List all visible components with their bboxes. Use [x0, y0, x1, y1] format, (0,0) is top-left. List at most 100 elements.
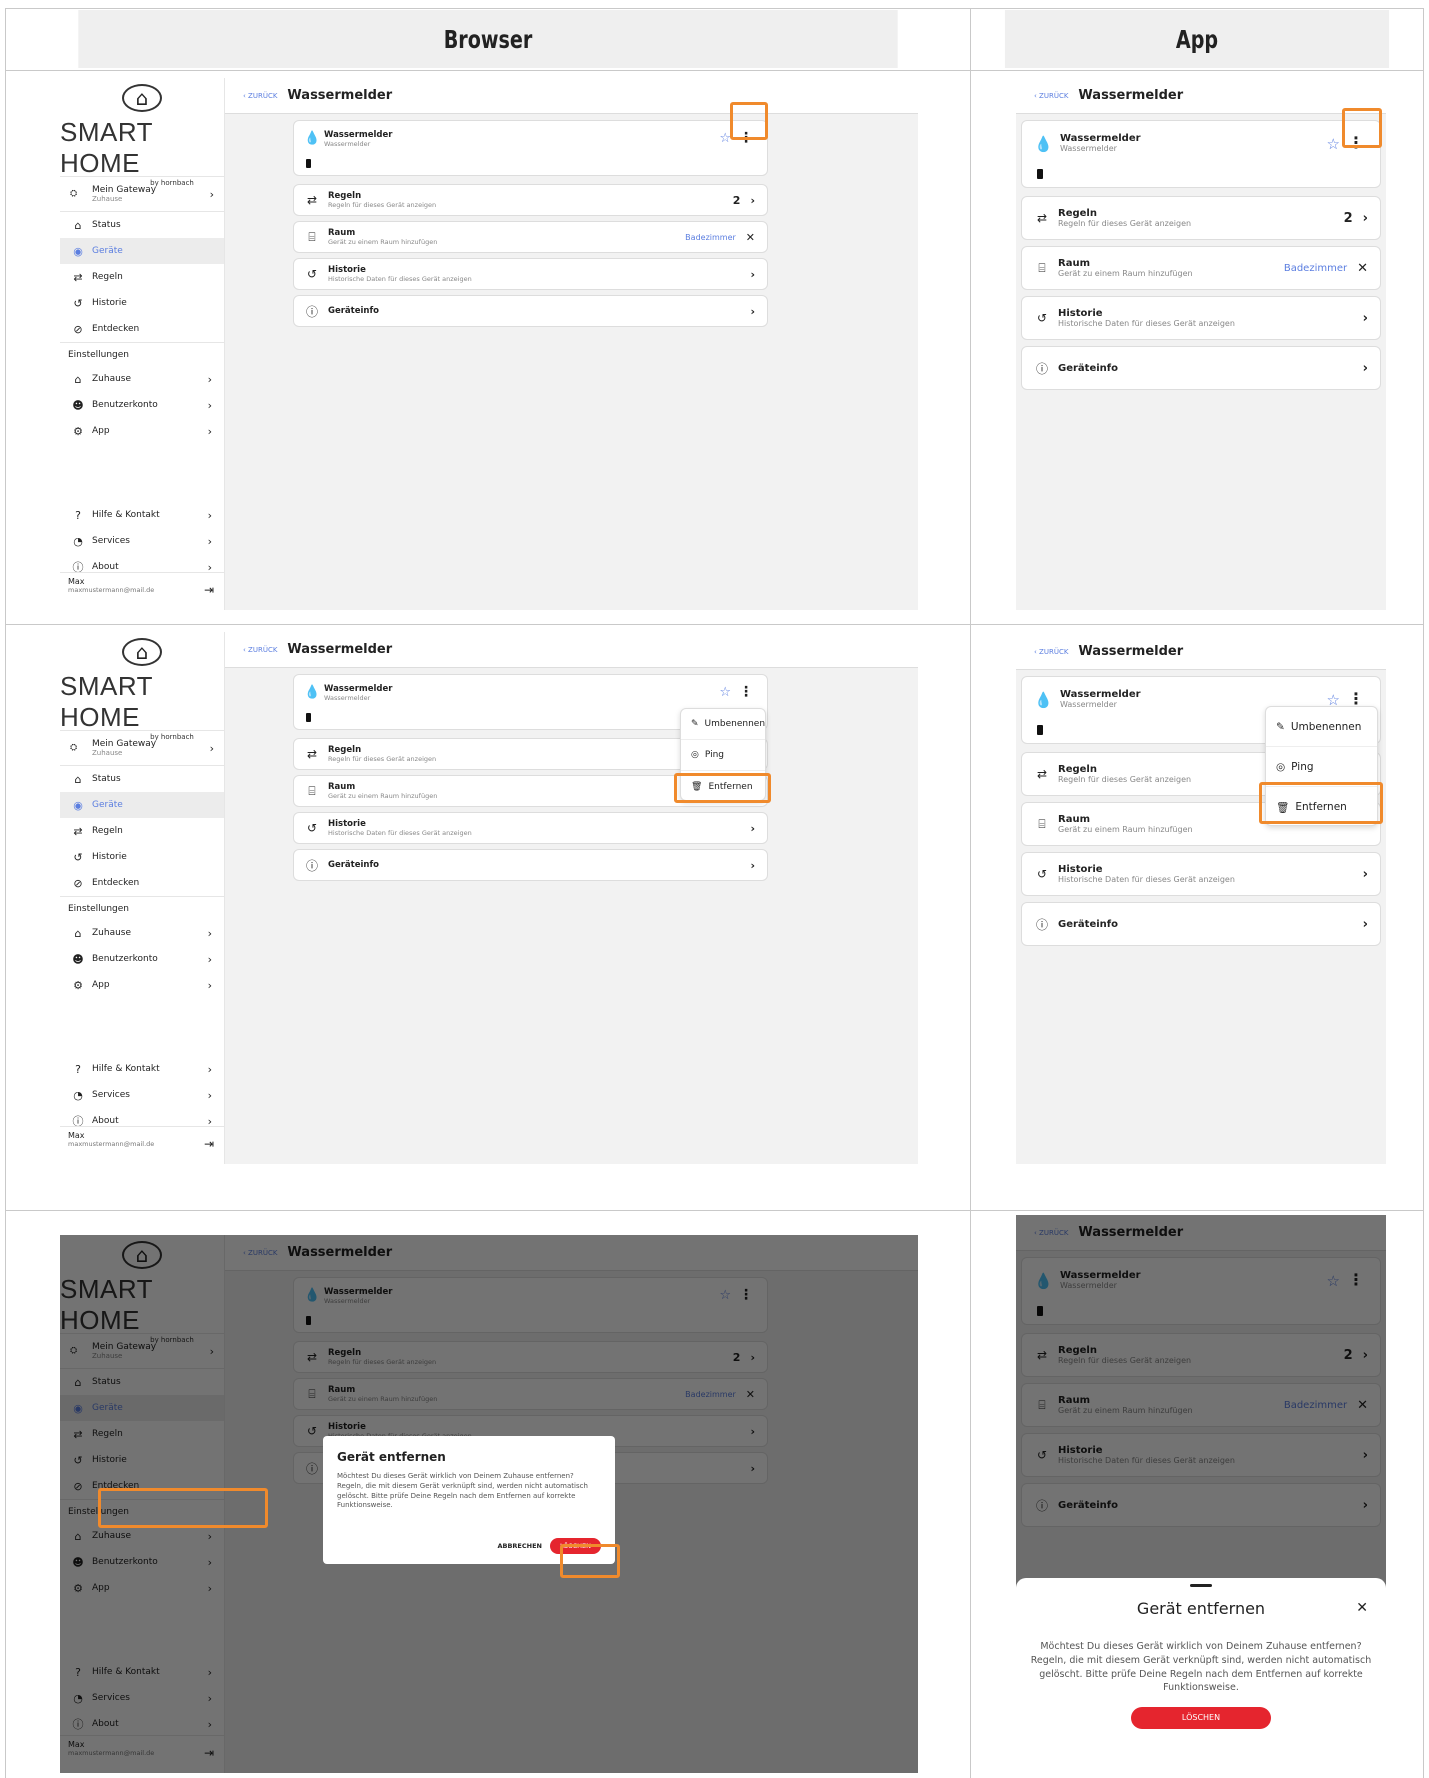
sidebar: ⌂ SMART HOME by hornbach ⛭ Mein GatewayZ…: [60, 78, 225, 610]
sheet-handle[interactable]: [1190, 1584, 1212, 1587]
info-row[interactable]: ⓘ Geräteinfo ›: [293, 295, 768, 327]
back-button[interactable]: ‹ ZURÜCK: [243, 92, 277, 100]
back-button[interactable]: ‹ ZURÜCK: [1034, 648, 1068, 656]
sidebar-item-label: Zuhause: [92, 374, 132, 384]
chevron-right-icon: ›: [750, 858, 755, 872]
room-row[interactable]: ⌸ RaumGerät zu einem Raum hinzufügen Badez…: [293, 221, 768, 253]
rules-sub: Regeln für dieses Gerät anzeigen: [328, 755, 437, 763]
page-title: Wassermelder: [287, 642, 393, 657]
sidebar-item-help[interactable]: ? Hilfe & Kontakt ›: [60, 1056, 224, 1082]
house-icon: ⌂: [74, 218, 82, 232]
grid-line: [5, 624, 1424, 625]
sidebar-item-history[interactable]: ↺ Historie: [60, 844, 224, 870]
sidebar-gateway[interactable]: ⛭ Mein GatewayZuhause ›: [60, 176, 224, 212]
chevron-right-icon: ›: [207, 1062, 212, 1076]
highlight-box: [1342, 108, 1382, 148]
menu-item-ping[interactable]: ◎ Ping: [681, 740, 765, 771]
sidebar-item-app[interactable]: ⚙ App ›: [60, 418, 224, 444]
highlight-box: [674, 773, 771, 803]
history-row[interactable]: ↺ HistorieHistorische Daten für dieses Ge…: [293, 258, 768, 290]
cancel-button[interactable]: ABBRECHEN: [497, 1542, 541, 1550]
room-title: Raum: [1058, 258, 1090, 269]
settings-heading: Einstellungen: [60, 342, 224, 366]
battery-icon: [306, 159, 311, 168]
sidebar-item-home[interactable]: ⌂ Zuhause ›: [60, 366, 224, 392]
history-row[interactable]: ↺ HistorieHistorische Daten für dieses Ge…: [1021, 852, 1381, 896]
rules-icon: ⇄: [306, 747, 318, 761]
chevron-right-icon: ›: [207, 398, 212, 412]
close-icon[interactable]: ✕: [1357, 261, 1368, 276]
chevron-right-icon: ›: [1362, 360, 1368, 376]
rules-icon: ⇄: [73, 270, 83, 284]
rules-title: Regeln: [328, 745, 362, 755]
dialog-text: Möchtest Du dieses Gerät wirklich von De…: [1030, 1641, 1372, 1694]
more-menu-icon[interactable]: ⋮: [739, 684, 753, 700]
chevron-right-icon: ›: [1362, 210, 1368, 226]
sidebar-item-discover[interactable]: ⊘ Entdecken: [60, 870, 224, 896]
info-row[interactable]: ⓘ Geräteinfo ›: [1021, 346, 1381, 390]
back-button[interactable]: ‹ ZURÜCK: [1034, 92, 1068, 100]
sidebar-item-rules[interactable]: ⇄ Regeln: [60, 264, 224, 290]
sidebar-item-label: App: [92, 426, 110, 436]
sidebar-item-history[interactable]: ↺ Historie: [60, 290, 224, 316]
sidebar-item-label: Geräte: [92, 800, 123, 810]
menu-item-rename[interactable]: ✎ Umbenennen: [1266, 707, 1377, 747]
sidebar-item-services[interactable]: ◔ Services ›: [60, 1082, 224, 1108]
menu-item-rename[interactable]: ✎ Umbenennen: [681, 709, 765, 740]
history-row[interactable]: ↺ HistorieHistorische Daten für dieses Ge…: [293, 812, 768, 844]
sidebar-item-services[interactable]: ◔ Services ›: [60, 528, 224, 554]
page-title: Wassermelder: [1078, 644, 1184, 659]
menu-item-label: Umbenennen: [704, 719, 766, 729]
sidebar-item-label: Status: [92, 774, 121, 784]
back-label: ZURÜCK: [1039, 647, 1069, 656]
room-value[interactable]: Badezimmer: [1284, 263, 1347, 274]
sidebar-item-rules[interactable]: ⇄ Regeln: [60, 818, 224, 844]
sidebar-item-home[interactable]: ⌂ Zuhause ›: [60, 920, 224, 946]
delete-button[interactable]: LÖSCHEN: [1131, 1707, 1271, 1730]
info-row[interactable]: ⓘ Geräteinfo ›: [1021, 902, 1381, 946]
device-name: Wassermelder: [1060, 133, 1141, 144]
rules-row[interactable]: ⇄ RegelnRegeln für dieses Gerät anzeigen 2…: [293, 184, 768, 216]
close-icon[interactable]: ✕: [746, 231, 755, 244]
logout-icon[interactable]: ⇥: [204, 583, 214, 597]
highlight-box: [1259, 782, 1383, 824]
room-sub: Gerät zu einem Raum hinzufügen: [328, 238, 438, 246]
info-row[interactable]: ⓘ Geräteinfo ›: [293, 849, 768, 881]
logout-icon[interactable]: ⇥: [204, 1137, 214, 1151]
room-row[interactable]: ⌸ RaumGerät zu einem Raum hinzufügen Badez…: [1021, 246, 1381, 290]
sidebar-item-label: Regeln: [92, 272, 123, 282]
info-icon: ⓘ: [305, 304, 318, 319]
sidebar-item-devices[interactable]: ◉ Geräte: [60, 238, 224, 264]
sidebar-item-account[interactable]: ☻ Benutzerkonto ›: [60, 946, 224, 972]
menu-item-ping[interactable]: ◎ Ping: [1266, 747, 1377, 787]
rules-row[interactable]: ⇄ RegelnRegeln für dieses Gerät anzeigen 2…: [1021, 196, 1381, 240]
room-icon: ⌸: [1038, 260, 1046, 275]
sidebar-gateway[interactable]: ⛭ Mein GatewayZuhause ›: [60, 730, 224, 766]
page-title: Wassermelder: [1078, 88, 1184, 103]
help-icon: ?: [75, 1062, 81, 1076]
close-icon[interactable]: ✕: [1356, 1600, 1368, 1616]
sidebar-item-label: About: [92, 1116, 119, 1126]
room-title: Raum: [1058, 814, 1090, 825]
back-button[interactable]: ‹ ZURÜCK: [243, 646, 277, 654]
home-icon: ⌂: [122, 638, 162, 666]
sidebar-item-devices[interactable]: ◉ Geräte: [60, 792, 224, 818]
sidebar-item-app[interactable]: ⚙ App ›: [60, 972, 224, 998]
sidebar-item-help[interactable]: ? Hilfe & Kontakt ›: [60, 502, 224, 528]
sidebar-item-account[interactable]: ☻ Benutzerkonto ›: [60, 392, 224, 418]
star-icon[interactable]: ☆: [719, 685, 731, 700]
star-icon[interactable]: ☆: [1327, 135, 1340, 153]
water-drop-icon: 💧: [1034, 691, 1053, 709]
sidebar-item-label: Hilfe & Kontakt: [92, 1064, 160, 1074]
sidebar-item-label: Historie: [92, 852, 127, 862]
room-value[interactable]: Badezimmer: [685, 233, 736, 242]
grid-line: [1423, 8, 1424, 1778]
history-row[interactable]: ↺ HistorieHistorische Daten für dieses Ge…: [1021, 296, 1381, 340]
sidebar-item-discover[interactable]: ⊘ Entdecken: [60, 316, 224, 342]
sidebar-item-status[interactable]: ⌂ Status: [60, 212, 224, 238]
grid-line: [5, 8, 6, 1778]
sidebar-item-status[interactable]: ⌂ Status: [60, 766, 224, 792]
info-title: Geräteinfo: [1058, 362, 1118, 374]
user-footer: Max maxmustermann@mail.de ⇥: [60, 572, 224, 610]
rules-icon: ⇄: [1036, 211, 1048, 225]
